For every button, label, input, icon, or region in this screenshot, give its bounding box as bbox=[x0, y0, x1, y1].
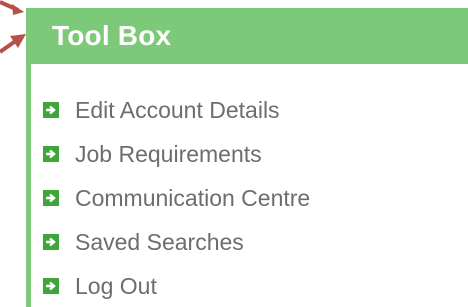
annotation-arrow-top-icon bbox=[0, 0, 24, 15]
toolbox-title: Tool Box bbox=[52, 20, 172, 51]
plus-square-icon bbox=[43, 278, 59, 294]
plus-square-icon bbox=[43, 190, 59, 206]
annotation-arrow-header-icon bbox=[0, 34, 26, 54]
menu-item-job-requirements[interactable]: Job Requirements bbox=[43, 132, 310, 176]
menu-item-label: Saved Searches bbox=[75, 228, 244, 255]
plus-square-icon bbox=[43, 234, 59, 250]
menu-item-label: Communication Centre bbox=[75, 184, 311, 211]
page: Tool Box Edit Account Details Job Requir… bbox=[0, 0, 468, 307]
menu-item-label: Edit Account Details bbox=[75, 96, 280, 123]
menu-item-label: Job Requirements bbox=[75, 140, 262, 167]
menu-item-saved-searches[interactable]: Saved Searches bbox=[43, 220, 310, 264]
toolbox-menu: Edit Account Details Job Requirements Co… bbox=[43, 88, 310, 307]
plus-square-icon bbox=[43, 102, 59, 118]
menu-item-edit-account-details[interactable]: Edit Account Details bbox=[43, 88, 310, 132]
toolbox-header: Tool Box bbox=[26, 8, 468, 64]
menu-item-communication-centre[interactable]: Communication Centre bbox=[43, 176, 310, 220]
toolbox-panel: Tool Box Edit Account Details Job Requir… bbox=[26, 8, 468, 307]
menu-item-log-out[interactable]: Log Out bbox=[43, 264, 310, 307]
plus-square-icon bbox=[43, 146, 59, 162]
menu-item-label: Log Out bbox=[75, 272, 157, 299]
